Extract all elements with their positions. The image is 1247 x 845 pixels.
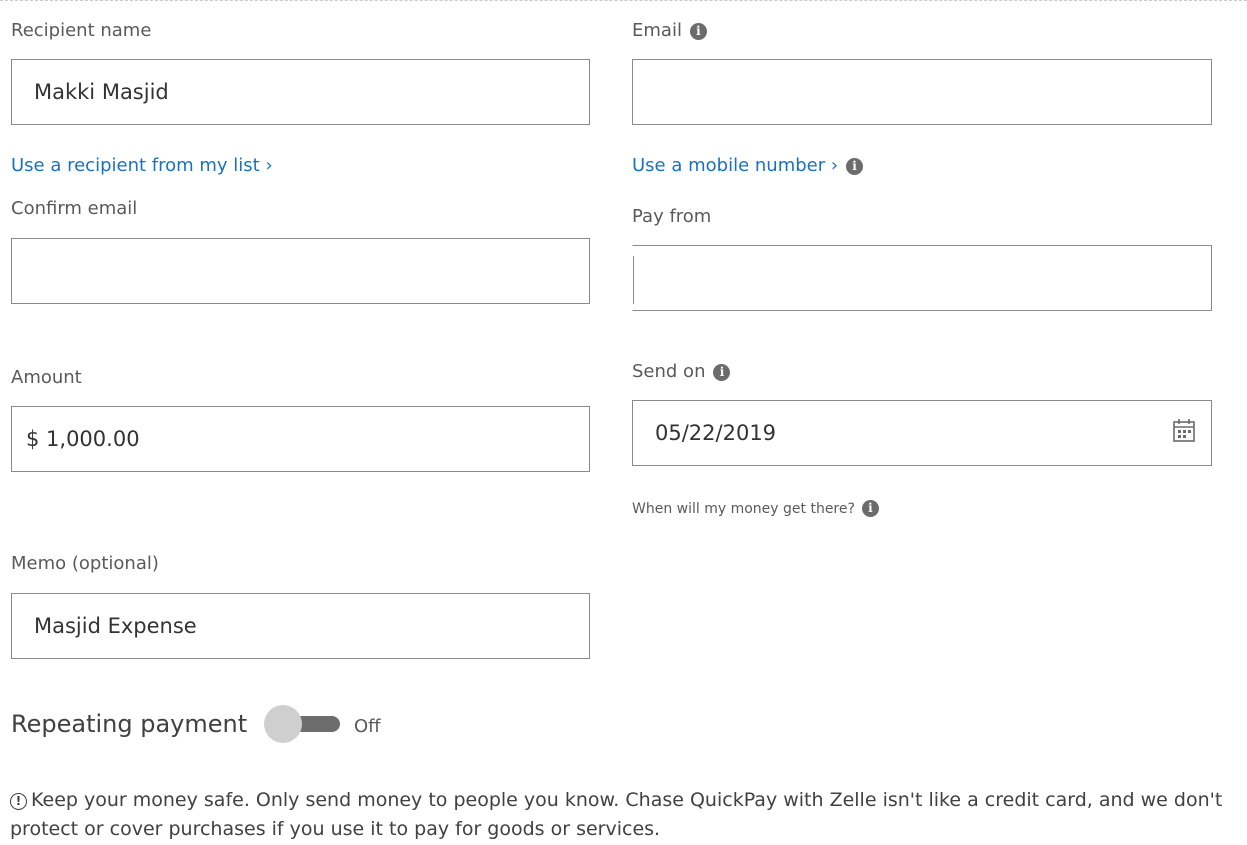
use-mobile-number-group: Use a mobile number › i bbox=[632, 155, 864, 177]
recipient-name-label: Recipient name bbox=[11, 20, 152, 41]
mobile-number-info-icon[interactable]: i bbox=[846, 158, 864, 175]
email-label-group: Email i bbox=[632, 20, 707, 42]
recipient-name-input[interactable]: Makki Masjid bbox=[11, 59, 590, 125]
safety-warning-text: Keep your money safe. Only send money to… bbox=[10, 789, 1223, 840]
exclamation-icon: ! bbox=[10, 793, 27, 810]
safety-warning: ! Keep your money safe. Only send money t… bbox=[10, 786, 1230, 844]
pay-from-select[interactable] bbox=[632, 245, 1212, 311]
send-on-info-icon[interactable]: i bbox=[713, 364, 731, 381]
memo-input[interactable]: Masjid Expense bbox=[11, 593, 590, 659]
use-recipient-from-list-link[interactable]: Use a recipient from my list › bbox=[11, 155, 273, 177]
toggle-knob bbox=[264, 705, 302, 743]
email-label: Email bbox=[632, 20, 682, 41]
send-on-label-group: Send on i bbox=[632, 361, 731, 383]
amount-label: Amount bbox=[11, 367, 82, 388]
amount-input[interactable]: $ 1,000.00 bbox=[11, 406, 590, 472]
email-info-icon[interactable]: i bbox=[689, 23, 707, 40]
send-on-date-value: 05/22/2019 bbox=[655, 421, 777, 445]
repeating-payment-state: Off bbox=[354, 716, 381, 737]
email-input[interactable] bbox=[632, 59, 1212, 125]
repeating-payment-toggle[interactable] bbox=[264, 705, 342, 743]
delivery-time-link[interactable]: When will my money get there? bbox=[632, 501, 855, 517]
pay-from-left-edge bbox=[633, 256, 634, 304]
calendar-icon[interactable] bbox=[1173, 416, 1195, 446]
send-on-date-input[interactable]: 05/22/2019 bbox=[632, 400, 1212, 466]
delivery-time-group: When will my money get there? i bbox=[632, 499, 879, 519]
pay-from-label: Pay from bbox=[632, 206, 712, 227]
delivery-time-info-icon[interactable]: i bbox=[861, 500, 879, 517]
top-divider bbox=[0, 0, 1247, 1]
send-on-label: Send on bbox=[632, 361, 706, 382]
use-mobile-number-link[interactable]: Use a mobile number › bbox=[632, 155, 838, 176]
confirm-email-input[interactable] bbox=[11, 238, 590, 304]
repeating-payment-label: Repeating payment bbox=[11, 710, 248, 738]
memo-label: Memo (optional) bbox=[11, 553, 159, 574]
confirm-email-label: Confirm email bbox=[11, 198, 138, 219]
